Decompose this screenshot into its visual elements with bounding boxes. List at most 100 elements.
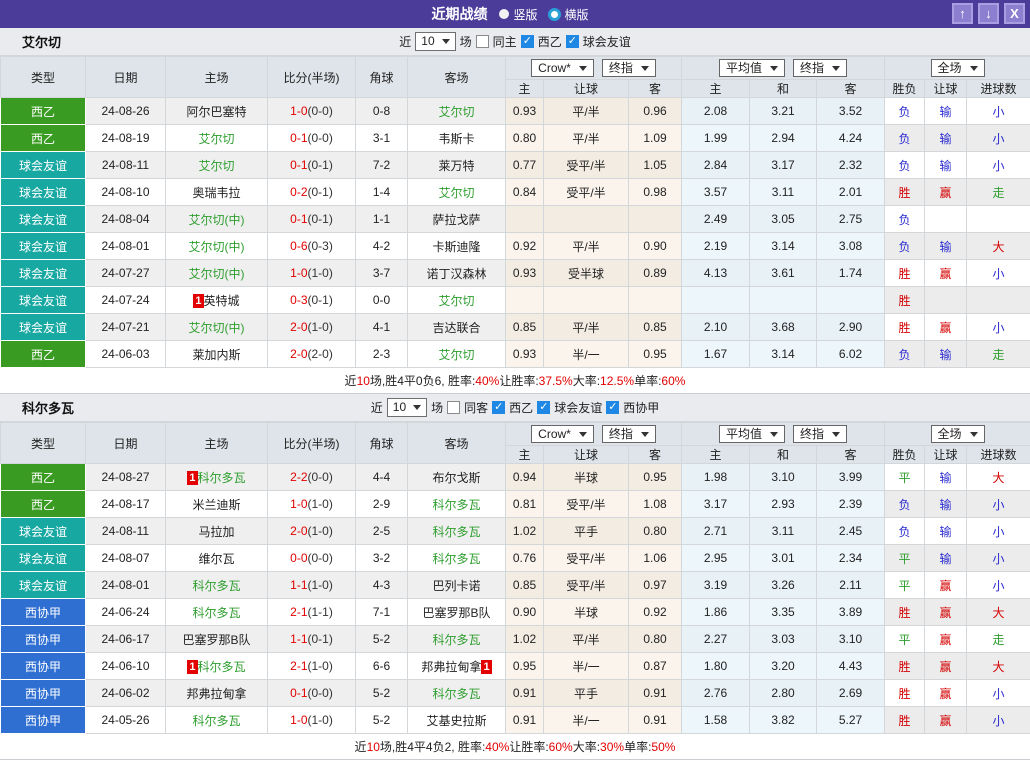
radio-horizontal[interactable]: 横版 (548, 6, 589, 23)
recent-results-sections: 艾尔切近10场同主西乙球会友谊类型日期主场比分(半场)角球客场Crow*终指平均… (0, 28, 1030, 760)
match-row: 球会友谊24-08-07维尔瓦0-0(0-0)3-2科尔多瓦0.76受平/半1.… (1, 545, 1030, 572)
close-button[interactable]: X (1004, 3, 1025, 24)
home-team-name: 艾尔切(中) (189, 213, 245, 227)
league-type-badge: 球会友谊 (1, 287, 86, 314)
fulltime-score: 0-3 (290, 293, 307, 307)
avg-home-odds: 2.76 (682, 680, 750, 707)
result-goals-flag: 小 (967, 491, 1030, 518)
section-filter-bar: 艾尔切近10场同主西乙球会友谊 (0, 28, 1030, 56)
final-odds-select-2[interactable]: 终指 (793, 425, 847, 443)
matches-table: 类型日期主场比分(半场)角球客场Crow*终指平均值终指全场主让球客主和客胜负让… (0, 56, 1030, 368)
home-team: 艾尔切(中) (166, 206, 268, 233)
match-date: 24-08-17 (86, 491, 166, 518)
avg-home-odds: 2.08 (682, 98, 750, 125)
games-count-select[interactable]: 10 (387, 398, 427, 417)
home-team: 艾尔切 (166, 125, 268, 152)
league-checkbox-0[interactable] (521, 35, 534, 48)
avg-away-odds: 2.32 (817, 152, 885, 179)
handicap-away-odds: 0.87 (629, 653, 682, 680)
avg-away-odds: 2.39 (817, 491, 885, 518)
handicap-away-odds: 0.92 (629, 599, 682, 626)
home-team: 1英特城 (166, 287, 268, 314)
score-cell: 0-2(0-1) (268, 179, 356, 206)
corner-score: 3-2 (356, 545, 408, 572)
full-match-select[interactable]: 全场 (931, 425, 985, 443)
handicap-home-odds: 0.84 (506, 179, 544, 206)
radio-horizontal-label: 横版 (565, 6, 589, 23)
chevron-down-icon (832, 66, 840, 71)
stat-label: 让胜率: (509, 738, 548, 755)
games-count-select[interactable]: 10 (415, 32, 455, 51)
chevron-down-icon (413, 405, 421, 410)
avg-away-odds: 3.99 (817, 464, 885, 491)
league-checkbox-2[interactable] (606, 401, 619, 414)
crow-select[interactable]: Crow* (531, 425, 594, 443)
match-date: 24-07-24 (86, 287, 166, 314)
handicap-away-odds: 1.09 (629, 125, 682, 152)
filter-near-label: 近 (371, 399, 383, 416)
handicap-home-odds: 0.93 (506, 260, 544, 287)
crow-select[interactable]: Crow* (531, 59, 594, 77)
league-checkbox-0[interactable] (492, 401, 505, 414)
sub-header-2-0: 胜负 (885, 446, 925, 464)
avg-draw-odds: 3.20 (750, 653, 817, 680)
corner-score: 5-2 (356, 680, 408, 707)
match-date: 24-08-01 (86, 233, 166, 260)
handicap-line: 受平/半 (544, 152, 629, 179)
league-type-badge: 西乙 (1, 491, 86, 518)
same-venue-checkbox[interactable] (447, 401, 460, 414)
avg-home-odds: 1.86 (682, 599, 750, 626)
scroll-down-button[interactable]: ↓ (978, 3, 999, 24)
same-venue-label: 同主 (493, 33, 517, 50)
filter-unit-label: 场 (431, 399, 443, 416)
stat-value: 40% (485, 740, 509, 754)
avg-home-odds: 2.19 (682, 233, 750, 260)
handicap-line: 半球 (544, 599, 629, 626)
scroll-up-button[interactable]: ↑ (952, 3, 973, 24)
score-cell: 0-1(0-1) (268, 152, 356, 179)
result-handicap-flag: 输 (925, 545, 967, 572)
match-date: 24-06-24 (86, 599, 166, 626)
league-checkbox-1[interactable] (537, 401, 550, 414)
home-team: 1科尔多瓦 (166, 464, 268, 491)
final-odds-select-2[interactable]: 终指 (793, 59, 847, 77)
away-team-name: 布尔戈斯 (432, 471, 480, 485)
same-venue-checkbox[interactable] (476, 35, 489, 48)
radio-vertical-label: 竖版 (513, 6, 537, 23)
league-type-badge: 球会友谊 (1, 206, 86, 233)
stat-label: 场,胜4平0负6, 胜率: (370, 372, 475, 389)
match-date: 24-06-02 (86, 680, 166, 707)
crow-select-value: Crow* (538, 61, 571, 75)
stat-value: 10 (357, 374, 370, 388)
league-type-badge: 球会友谊 (1, 518, 86, 545)
full-match-select[interactable]: 全场 (931, 59, 985, 77)
match-date: 24-08-10 (86, 179, 166, 206)
chevron-down-icon (770, 66, 778, 71)
match-row: 西乙24-06-03莱加内斯2-0(2-0)2-3艾尔切0.93半/一0.951… (1, 341, 1030, 368)
final-odds-select[interactable]: 终指 (602, 425, 656, 443)
fulltime-score: 1-0 (290, 497, 307, 511)
avg-away-odds: 3.52 (817, 98, 885, 125)
radio-vertical[interactable]: 竖版 (499, 6, 537, 23)
handicap-away-odds: 0.80 (629, 626, 682, 653)
average-select[interactable]: 平均值 (719, 425, 785, 443)
handicap-away-odds (629, 206, 682, 233)
handicap-home-odds (506, 287, 544, 314)
final-odds-select[interactable]: 终指 (602, 59, 656, 77)
score-cell: 2-1(1-1) (268, 599, 356, 626)
avg-draw-odds: 3.10 (750, 464, 817, 491)
stat-label: 大率: (573, 738, 600, 755)
rank-badge: 1 (187, 660, 197, 674)
average-select[interactable]: 平均值 (719, 59, 785, 77)
avg-draw-odds: 2.93 (750, 491, 817, 518)
chevron-down-icon (442, 39, 450, 44)
handicap-away-odds: 0.98 (629, 179, 682, 206)
halftime-score: (0-1) (308, 212, 333, 226)
sub-header-2-1: 让球 (925, 80, 967, 98)
stat-label: 场,胜4平4负2, 胜率: (380, 738, 485, 755)
avg-home-odds: 2.27 (682, 626, 750, 653)
handicap-away-odds: 0.96 (629, 98, 682, 125)
league-type-badge: 球会友谊 (1, 233, 86, 260)
result-handicap-flag: 赢 (925, 260, 967, 287)
league-checkbox-1[interactable] (566, 35, 579, 48)
